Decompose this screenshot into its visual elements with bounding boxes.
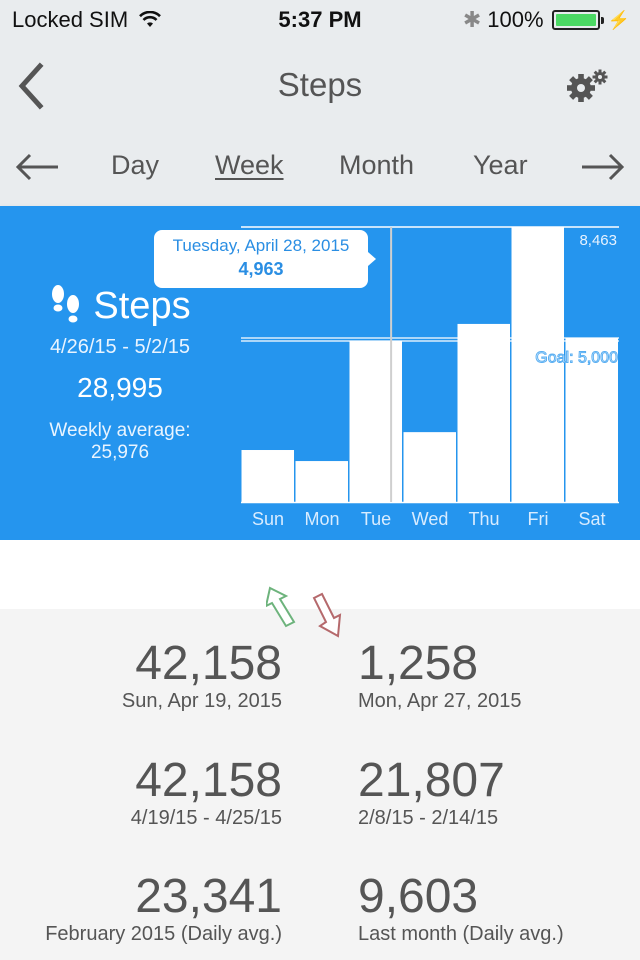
bar-tue[interactable] xyxy=(349,340,403,502)
stat-best-week: 42,158 4/19/15 - 4/25/15 xyxy=(130,754,282,830)
status-bar: Locked SIM 5:37 PM ✱ 100% ⚡ xyxy=(0,0,640,40)
tooltip-date: Tuesday, April 28, 2015 xyxy=(172,236,350,255)
tab-week[interactable]: Week xyxy=(215,150,284,181)
settings-gear-icon[interactable] xyxy=(566,68,610,102)
goal-label: Goal: 5,000 xyxy=(535,350,618,367)
x-tick-label: Thu xyxy=(468,509,499,529)
x-tick-label: Fri xyxy=(528,509,549,529)
x-tick-label: Tue xyxy=(361,509,391,529)
bar-sun[interactable] xyxy=(241,450,295,502)
bar-mon[interactable] xyxy=(295,461,349,502)
stat-label: 4/19/15 - 4/25/15 xyxy=(130,807,282,829)
charging-icon: ⚡ xyxy=(607,9,630,30)
stat-label: Last month (Daily avg.) xyxy=(358,923,564,945)
x-tick-label: Wed xyxy=(412,509,449,529)
next-period-arrow-icon[interactable] xyxy=(580,152,626,182)
battery-percent: 100% xyxy=(487,7,544,32)
period-selector: Day Week Month Year xyxy=(0,144,640,192)
stat-value: 9,603 xyxy=(358,870,479,923)
tooltip-value: 4,963 xyxy=(238,259,284,279)
x-tick-label: Sun xyxy=(252,509,284,529)
stat-value: 42,158 xyxy=(135,637,282,690)
stat-value: 42,158 xyxy=(135,754,282,807)
stat-label: Mon, Apr 27, 2015 xyxy=(358,690,522,712)
page-title: Steps xyxy=(277,66,363,103)
selected-day-tooltip: Tuesday, April 28, 2015 4,963 xyxy=(154,230,376,288)
bar-wed[interactable] xyxy=(403,432,457,502)
stat-value: 1,258 xyxy=(358,637,479,690)
bar-thu[interactable] xyxy=(457,323,511,502)
battery-icon xyxy=(551,10,604,30)
bluetooth-icon: ✱ xyxy=(462,7,482,32)
stat-value: 23,341 xyxy=(135,870,282,923)
navigation-bar: Steps Day Week Month Year xyxy=(0,40,640,206)
stat-worst-day: 1,258 Mon, Apr 27, 2015 xyxy=(358,637,522,713)
stat-worst-week: 21,807 2/8/15 - 2/14/15 xyxy=(358,754,505,830)
stat-value: 21,807 xyxy=(358,754,505,807)
stat-label: 2/8/15 - 2/14/15 xyxy=(358,807,499,829)
max-value-label: 8,463 xyxy=(579,232,617,249)
weekly-chart-panel: Steps 4/26/15 - 5/2/15 28,995 Weekly ave… xyxy=(0,206,640,540)
previous-period-arrow-icon[interactable] xyxy=(14,152,60,182)
stat-label: February 2015 (Daily avg.) xyxy=(45,923,282,945)
stat-best-month: 23,341 February 2015 (Daily avg.) xyxy=(45,870,282,946)
stat-label: Sun, Apr 19, 2015 xyxy=(121,690,282,712)
stat-best-day: 42,158 Sun, Apr 19, 2015 xyxy=(121,637,282,713)
x-tick-label: Sat xyxy=(578,509,605,529)
tab-month[interactable]: Month xyxy=(339,150,414,181)
x-tick-label: Mon xyxy=(304,509,339,529)
battery-fill xyxy=(555,14,596,26)
tab-day[interactable]: Day xyxy=(111,150,159,181)
stat-last-month: 9,603 Last month (Daily avg.) xyxy=(358,870,564,946)
tab-year[interactable]: Year xyxy=(473,150,528,181)
